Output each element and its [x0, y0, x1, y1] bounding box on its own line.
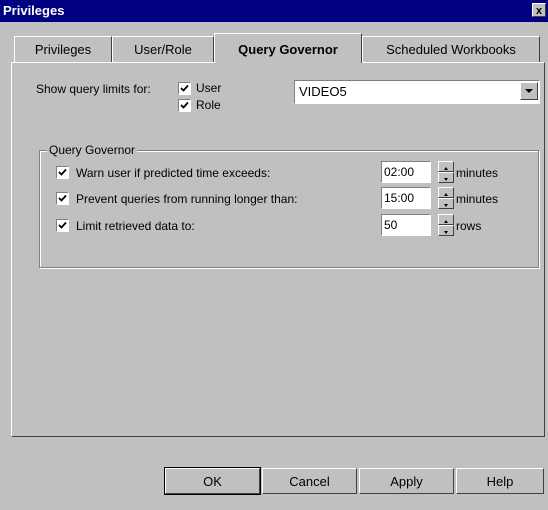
role-checkbox-label: Role [196, 98, 221, 112]
warn-time-stepper[interactable] [438, 161, 454, 183]
warn-time-input[interactable]: 02:00 [381, 161, 431, 183]
ok-button[interactable]: OK [164, 467, 261, 495]
prevent-time-input[interactable]: 15:00 [381, 187, 431, 209]
show-query-limits-label: Show query limits for: [36, 82, 151, 96]
limit-checkbox[interactable] [56, 219, 69, 232]
tab-user-role[interactable]: User/Role [112, 36, 214, 62]
checkmark-icon [58, 194, 67, 202]
cancel-button[interactable]: Cancel [262, 468, 357, 494]
limit-rows-stepper[interactable] [438, 214, 454, 236]
show-query-limits-text: Show query limits for: [36, 82, 151, 96]
spin-up-button[interactable] [438, 161, 454, 172]
help-button[interactable]: Help [456, 468, 544, 494]
prevent-time-stepper[interactable] [438, 187, 454, 209]
warn-unit: minutes [456, 166, 499, 180]
dropdown-button[interactable] [520, 82, 538, 100]
spin-down-button[interactable] [438, 198, 454, 209]
tab-scheduled-workbooks[interactable]: Scheduled Workbooks [362, 36, 540, 62]
chevron-down-icon [525, 89, 533, 93]
title-bar: Privileges x [0, 0, 548, 22]
checkmark-icon [180, 84, 189, 92]
prevent-checkbox[interactable] [56, 192, 69, 205]
user-role-select-value: VIDEO5 [299, 84, 347, 99]
apply-button[interactable]: Apply [359, 468, 454, 494]
spin-up-button[interactable] [438, 187, 454, 198]
spin-down-button[interactable] [438, 172, 454, 183]
tab-query-governor[interactable]: Query Governor [214, 33, 362, 63]
arrow-down-icon [444, 231, 448, 234]
limit-unit: rows [456, 219, 482, 233]
checkmark-icon [58, 221, 67, 229]
limit-label: Limit retrieved data to: [76, 219, 195, 233]
arrow-down-icon [444, 178, 448, 181]
role-checkbox[interactable] [178, 99, 191, 112]
prevent-label: Prevent queries from running longer than… [76, 192, 298, 206]
warn-checkbox[interactable] [56, 166, 69, 179]
window-title: Privileges [3, 3, 65, 18]
close-icon[interactable]: x [532, 3, 546, 17]
spin-down-button[interactable] [438, 225, 454, 236]
prevent-unit: minutes [456, 192, 499, 206]
tab-privileges[interactable]: Privileges [14, 36, 112, 62]
spin-up-button[interactable] [438, 214, 454, 225]
warn-label: Warn user if predicted time exceeds: [76, 166, 271, 180]
user-checkbox-label: User [196, 81, 222, 95]
limit-rows-input[interactable]: 50 [381, 214, 431, 236]
user-role-select[interactable]: VIDEO5 [294, 80, 540, 104]
user-checkbox[interactable] [178, 82, 191, 95]
query-governor-group-title: Query Governor [47, 143, 138, 157]
arrow-down-icon [444, 204, 448, 207]
checkmark-icon [180, 101, 189, 109]
checkmark-icon [58, 168, 67, 176]
